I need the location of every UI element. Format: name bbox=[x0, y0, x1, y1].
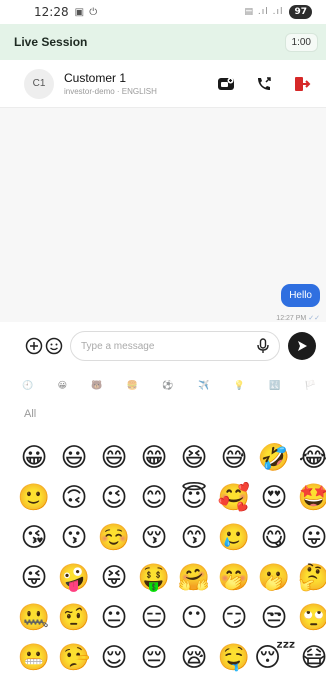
emoji-key[interactable]: 😐 bbox=[94, 598, 134, 638]
message-timestamp: 12:27 PM ✓✓ bbox=[276, 314, 320, 322]
category-travel-icon[interactable]: ✈️ bbox=[198, 381, 209, 391]
emoji-key[interactable]: 🥰 bbox=[214, 478, 254, 518]
emoji-key[interactable]: 😛 bbox=[294, 518, 326, 558]
emoji-key[interactable]: 😏 bbox=[214, 598, 254, 638]
send-button[interactable] bbox=[288, 332, 316, 360]
customer-meta: investor-demo · ENGLISH bbox=[64, 87, 157, 96]
emoji-key[interactable]: 🤪 bbox=[54, 558, 94, 598]
emoji-key[interactable]: 😃 bbox=[54, 438, 94, 478]
emoji-key[interactable]: 😋 bbox=[254, 518, 294, 558]
emoji-key[interactable]: 🫢 bbox=[254, 558, 294, 598]
category-food-icon[interactable]: 🍔 bbox=[127, 381, 138, 391]
message-input-box[interactable] bbox=[70, 331, 280, 361]
emoji-key[interactable]: 🙄 bbox=[294, 598, 326, 638]
emoji-key[interactable]: 😷 bbox=[294, 638, 326, 677]
emoji-key[interactable]: 🤣 bbox=[254, 438, 294, 478]
status-right: ▤ .ıl .ıl 97 bbox=[245, 5, 312, 19]
exit-icon[interactable] bbox=[292, 74, 312, 94]
emoji-grid: 😀 😃 😄 😁 😆 😅 🤣 😂 🙂 🙃 😉 😊 😇 🥰 😍 🤩 😘 😗 ☺️ 😚 😙 🥲 😋 😛 😜 🤪 😝 🤑 🤗 🤭 🫢 🤔 🤐 🤨 😐 😑 😶 😏 😒… bbox=[14, 438, 326, 677]
emoji-key[interactable]: 😚 bbox=[134, 518, 174, 558]
emoji-key[interactable]: 😬 bbox=[14, 638, 54, 677]
emoji-key[interactable]: ☺️ bbox=[94, 518, 134, 558]
avatar[interactable]: C1 bbox=[24, 68, 54, 99]
emoji-key[interactable]: 🤑 bbox=[134, 558, 174, 598]
emoji-key[interactable]: 😁 bbox=[134, 438, 174, 478]
emoji-key[interactable]: 😜 bbox=[14, 558, 54, 598]
emoji-icon[interactable] bbox=[44, 336, 64, 356]
emoji-key[interactable]: 😴 bbox=[254, 638, 296, 677]
emoji-key[interactable]: 😇 bbox=[174, 478, 214, 518]
emoji-key[interactable]: 😍 bbox=[254, 478, 294, 518]
customer-info: Customer 1 investor-demo · ENGLISH bbox=[64, 71, 157, 96]
status-notification-icons: ▣ ⏻ bbox=[74, 6, 99, 18]
customer-name: Customer 1 bbox=[64, 71, 127, 85]
emoji-key[interactable]: 😑 bbox=[134, 598, 174, 638]
emoji-key[interactable]: 😗 bbox=[54, 518, 94, 558]
category-smileys-icon[interactable]: 😀 bbox=[58, 381, 67, 391]
customer-header: C1 Customer 1 investor-demo · ENGLISH bbox=[0, 60, 326, 108]
emoji-key[interactable]: 😊 bbox=[134, 478, 174, 518]
category-activity-icon[interactable]: ⚽ bbox=[162, 381, 173, 391]
emoji-category-tabs: 🕘 😀 🐻 🍔 ⚽ ✈️ 💡 🔣 🏳️ bbox=[0, 372, 326, 400]
emoji-key[interactable]: 😒 bbox=[254, 598, 294, 638]
emoji-key[interactable]: 🤭 bbox=[214, 558, 254, 598]
emoji-key[interactable]: 😙 bbox=[174, 518, 214, 558]
emoji-key[interactable]: 😅 bbox=[214, 438, 254, 478]
read-receipt-icon: ✓✓ bbox=[308, 315, 320, 322]
emoji-key[interactable]: 🤨 bbox=[54, 598, 94, 638]
emoji-key[interactable]: 😔 bbox=[134, 638, 174, 677]
emoji-key[interactable]: 😘 bbox=[14, 518, 54, 558]
battery-badge: 97 bbox=[289, 5, 312, 19]
session-title: Live Session bbox=[14, 35, 88, 49]
emoji-key[interactable]: 😀 bbox=[14, 438, 54, 478]
composer bbox=[0, 322, 326, 370]
emoji-key[interactable]: 😌 bbox=[94, 638, 134, 677]
category-symbols-icon[interactable]: 🔣 bbox=[269, 381, 280, 391]
session-banner: Live Session 1:00 bbox=[0, 24, 326, 60]
status-time: 12:28 bbox=[34, 5, 69, 19]
emoji-key[interactable]: 🤐 bbox=[14, 598, 54, 638]
send-icon bbox=[298, 341, 307, 351]
emoji-key[interactable]: 😆 bbox=[174, 438, 214, 478]
category-recent-icon[interactable]: 🕘 bbox=[22, 381, 33, 391]
emoji-key[interactable]: 🙂 bbox=[14, 478, 54, 518]
emoji-key[interactable]: 😪 bbox=[174, 638, 214, 677]
video-icon[interactable] bbox=[216, 74, 236, 94]
emoji-key[interactable]: 🤤 bbox=[214, 638, 254, 677]
chat-area[interactable]: Hello 12:27 PM ✓✓ bbox=[0, 108, 326, 322]
emoji-key[interactable]: 🤥 bbox=[54, 638, 94, 677]
message-bubble-outgoing[interactable]: Hello bbox=[281, 284, 320, 307]
emoji-key[interactable]: 🙃 bbox=[54, 478, 94, 518]
category-objects-icon[interactable]: 💡 bbox=[234, 381, 245, 391]
add-icon[interactable] bbox=[24, 336, 44, 356]
emoji-key[interactable]: 😝 bbox=[94, 558, 134, 598]
emoji-key[interactable]: 🤔 bbox=[294, 558, 326, 598]
emoji-key[interactable]: 🥲 bbox=[214, 518, 254, 558]
header-actions bbox=[216, 74, 312, 94]
call-transfer-icon[interactable] bbox=[254, 74, 274, 94]
emoji-key[interactable]: 😄 bbox=[94, 438, 134, 478]
status-bar: 12:28 ▣ ⏻ ▤ .ıl .ıl 97 bbox=[0, 0, 326, 24]
emoji-key[interactable]: 🤗 bbox=[174, 558, 214, 598]
session-timer: 1:00 bbox=[284, 32, 318, 52]
emoji-key[interactable]: 😶 bbox=[174, 598, 214, 638]
emoji-section-label: All bbox=[24, 408, 37, 420]
emoji-key[interactable]: 😉 bbox=[94, 478, 134, 518]
emoji-key[interactable]: 😂 bbox=[294, 438, 326, 478]
mic-icon[interactable] bbox=[253, 336, 273, 356]
message-time: 12:27 PM bbox=[276, 315, 307, 322]
category-flags-icon[interactable]: 🏳️ bbox=[305, 381, 316, 391]
message-input[interactable] bbox=[81, 340, 253, 352]
emoji-key[interactable]: 🤩 bbox=[294, 478, 326, 518]
category-animals-icon[interactable]: 🐻 bbox=[91, 381, 102, 391]
signal-icon: ▤ .ıl .ıl bbox=[244, 7, 284, 17]
